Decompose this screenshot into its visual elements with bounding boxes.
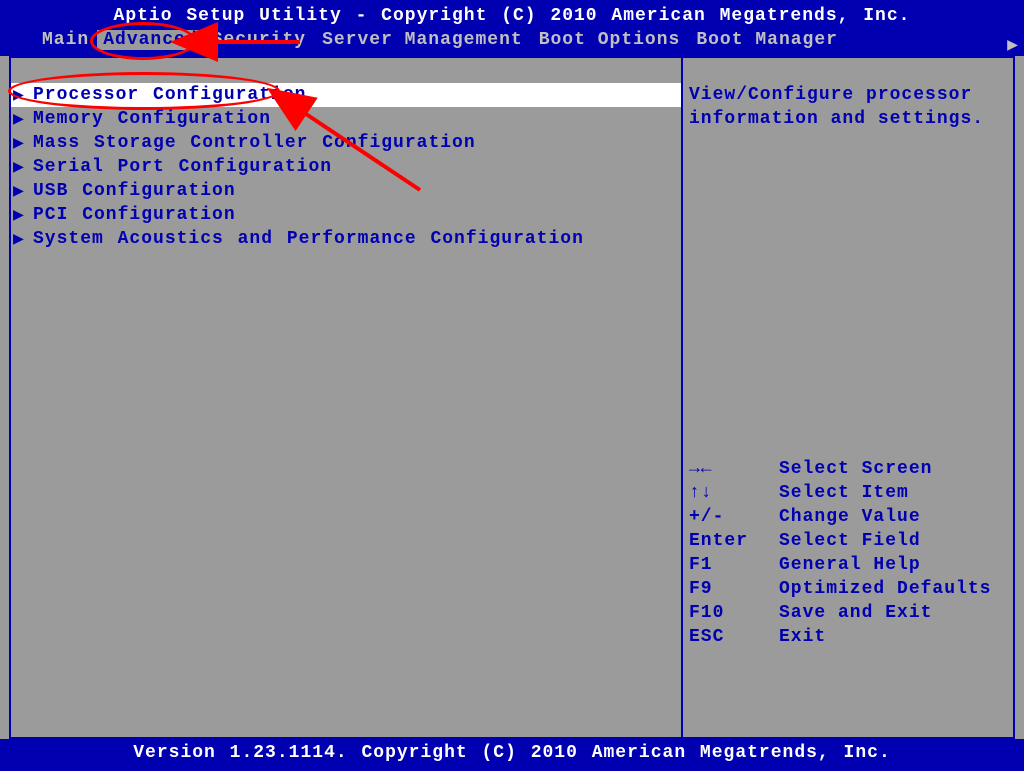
key-action: Exit — [779, 627, 826, 651]
key-row: →←Select Screen — [689, 459, 1007, 483]
menu-serial-port-configuration[interactable]: ▶ Serial Port Configuration — [11, 155, 681, 179]
key-row: EnterSelect Field — [689, 531, 1007, 555]
tab-boot-manager[interactable]: Boot Manager — [688, 30, 846, 50]
menu-item-label: Serial Port Configuration — [33, 157, 332, 177]
menu-mass-storage-configuration[interactable]: ▶ Mass Storage Controller Configuration — [11, 131, 681, 155]
key-name: ↑↓ — [689, 483, 779, 507]
key-row: ↑↓Select Item — [689, 483, 1007, 507]
key-name: +/- — [689, 507, 779, 531]
footer-text: Version 1.23.1114. Copyright (C) 2010 Am… — [133, 743, 891, 763]
key-name: Enter — [689, 531, 779, 555]
tab-advanced[interactable]: Advanced — [97, 30, 203, 50]
menu-usb-configuration[interactable]: ▶ USB Configuration — [11, 179, 681, 203]
submenu-arrow-icon: ▶ — [13, 204, 33, 226]
submenu-arrow-icon: ▶ — [13, 108, 33, 130]
key-name: F10 — [689, 603, 779, 627]
key-row: F1General Help — [689, 555, 1007, 579]
footer-bar: Version 1.23.1114. Copyright (C) 2010 Am… — [0, 739, 1024, 771]
menu-item-label: Mass Storage Controller Configuration — [33, 133, 476, 153]
tab-bar: Main Advanced Security Server Management… — [0, 26, 1024, 50]
submenu-arrow-icon: ▶ — [13, 180, 33, 202]
key-name: ESC — [689, 627, 779, 651]
menu-pane: ▶ Processor Configuration ▶ Memory Confi… — [11, 58, 683, 737]
key-action: Optimized Defaults — [779, 579, 991, 603]
key-row: ESCExit — [689, 627, 1007, 651]
key-action: Change Value — [779, 507, 921, 531]
help-line: information and settings. — [689, 107, 1007, 131]
key-row: +/-Change Value — [689, 507, 1007, 531]
menu-processor-configuration[interactable]: ▶ Processor Configuration — [11, 83, 681, 107]
menu-item-label: Processor Configuration — [33, 85, 306, 105]
menu-item-label: System Acoustics and Performance Configu… — [33, 229, 584, 249]
tab-security[interactable]: Security — [204, 30, 314, 50]
tab-main[interactable]: Main — [34, 30, 97, 50]
submenu-arrow-icon: ▶ — [13, 228, 33, 250]
bios-title: Aptio Setup Utility - Copyright (C) 2010… — [0, 0, 1024, 26]
tab-boot-options[interactable]: Boot Options — [531, 30, 689, 50]
menu-system-acoustics-configuration[interactable]: ▶ System Acoustics and Performance Confi… — [11, 227, 681, 251]
key-row: F9Optimized Defaults — [689, 579, 1007, 603]
menu-item-label: USB Configuration — [33, 181, 236, 201]
scroll-right-icon[interactable]: ▶ — [1007, 34, 1018, 56]
bios-screen: Aptio Setup Utility - Copyright (C) 2010… — [0, 0, 1024, 771]
help-text: View/Configure processor information and… — [689, 83, 1007, 131]
submenu-arrow-icon: ▶ — [13, 156, 33, 178]
key-name: F9 — [689, 579, 779, 603]
submenu-arrow-icon: ▶ — [13, 84, 33, 106]
help-line: View/Configure processor — [689, 83, 1007, 107]
menu-item-label: Memory Configuration — [33, 109, 271, 129]
submenu-arrow-icon: ▶ — [13, 132, 33, 154]
key-action: General Help — [779, 555, 921, 579]
key-action: Save and Exit — [779, 603, 932, 627]
menu-item-label: PCI Configuration — [33, 205, 236, 225]
header-bar: Aptio Setup Utility - Copyright (C) 2010… — [0, 0, 1024, 56]
content-frame: ▶ Processor Configuration ▶ Memory Confi… — [9, 56, 1015, 739]
key-row: F10Save and Exit — [689, 603, 1007, 627]
key-name: F1 — [689, 555, 779, 579]
key-action: Select Screen — [779, 459, 932, 483]
help-pane: View/Configure processor information and… — [683, 58, 1013, 737]
key-action: Select Field — [779, 531, 921, 555]
key-name: →← — [689, 459, 779, 483]
menu-pci-configuration[interactable]: ▶ PCI Configuration — [11, 203, 681, 227]
key-action: Select Item — [779, 483, 909, 507]
menu-memory-configuration[interactable]: ▶ Memory Configuration — [11, 107, 681, 131]
spacer — [689, 131, 1007, 459]
tab-server-management[interactable]: Server Management — [314, 30, 531, 50]
key-legend: →←Select Screen ↑↓Select Item +/-Change … — [689, 459, 1007, 737]
